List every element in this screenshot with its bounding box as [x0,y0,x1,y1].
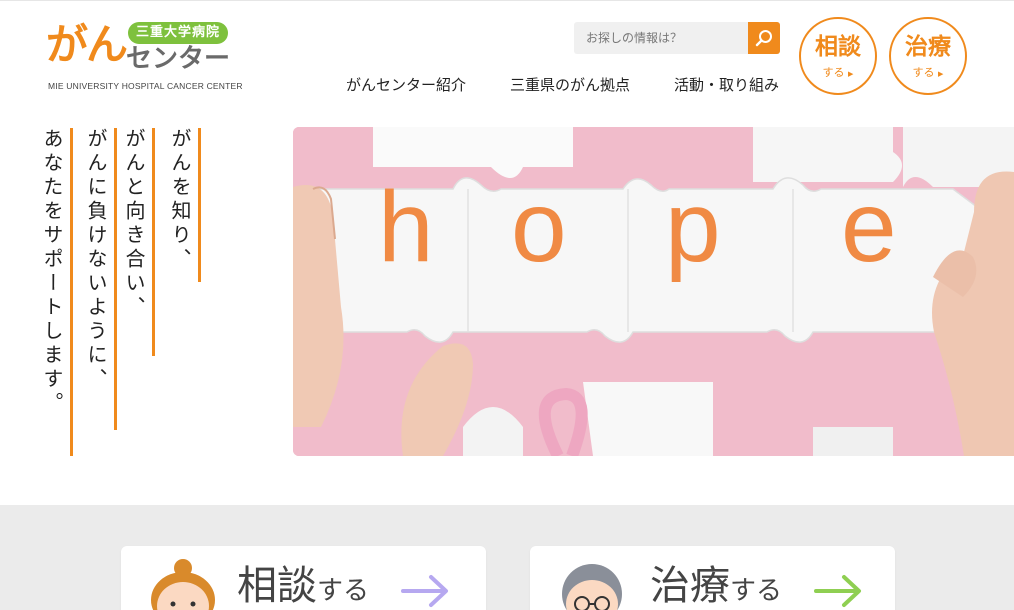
tagline-line-4: あなたをサポートします。 [40,128,64,416]
triangle-right-icon: ▶ [848,70,854,78]
hero-letter-h: h [378,171,434,283]
tagline-accent-bar [152,128,155,356]
hero-image: h o p e [293,127,1014,456]
nav-item-about[interactable]: がんセンター紹介 [346,74,466,95]
logo-center-text: センター [126,44,231,74]
hero-letter-e: e [841,171,897,283]
nav-item-activities[interactable]: 活動・取り組み [674,74,779,95]
search-icon [755,30,772,47]
consult-avatar-icon [151,559,215,610]
treat-round-sub: する ▶ [912,66,944,79]
treat-card[interactable]: 治療する [530,546,895,610]
treat-avatar-icon [562,564,622,610]
tagline-line-2: がんと向き合い、 [122,128,146,320]
top-border [0,0,1014,1]
consult-card[interactable]: 相談する [121,546,486,610]
hero-letter-o: o [511,171,567,283]
search-input[interactable] [574,22,746,54]
consult-round-label: 相談 [815,34,861,60]
arrow-right-icon [401,575,448,607]
main-nav: がんセンター紹介 三重県のがん拠点 活動・取り組み [346,74,779,95]
logo-hospital-badge: 三重大学病院 [128,22,229,44]
search-box [574,22,780,54]
consult-card-title: 相談する [237,563,370,609]
search-button[interactable] [748,22,780,54]
logo-english-text: MIE UNIVERSITY HOSPITAL CANCER CENTER [48,81,243,91]
site-logo[interactable]: がん 三重大学病院 センター MIE UNIVERSITY HOSPITAL C… [46,20,246,96]
treat-card-title: 治療する [650,563,783,609]
tagline-accent-bar [70,128,73,456]
nav-item-mie-bases[interactable]: 三重県のがん拠点 [510,74,630,95]
hero-letter-p: p [665,171,721,283]
logo-gan-text: がん [46,20,128,69]
treat-round-label: 治療 [905,34,951,60]
tagline-line-3: がんに負けないように、 [84,128,108,392]
consult-round-button[interactable]: 相談 する ▶ [799,17,877,95]
arrow-right-icon [814,575,861,607]
consult-round-sub: する ▶ [822,66,854,79]
treat-round-button[interactable]: 治療 する ▶ [889,17,967,95]
tagline-accent-bar [114,128,117,430]
tagline-line-1: がんを知り、 [168,128,192,272]
tagline-accent-bar [198,128,201,282]
triangle-right-icon: ▶ [938,70,944,78]
